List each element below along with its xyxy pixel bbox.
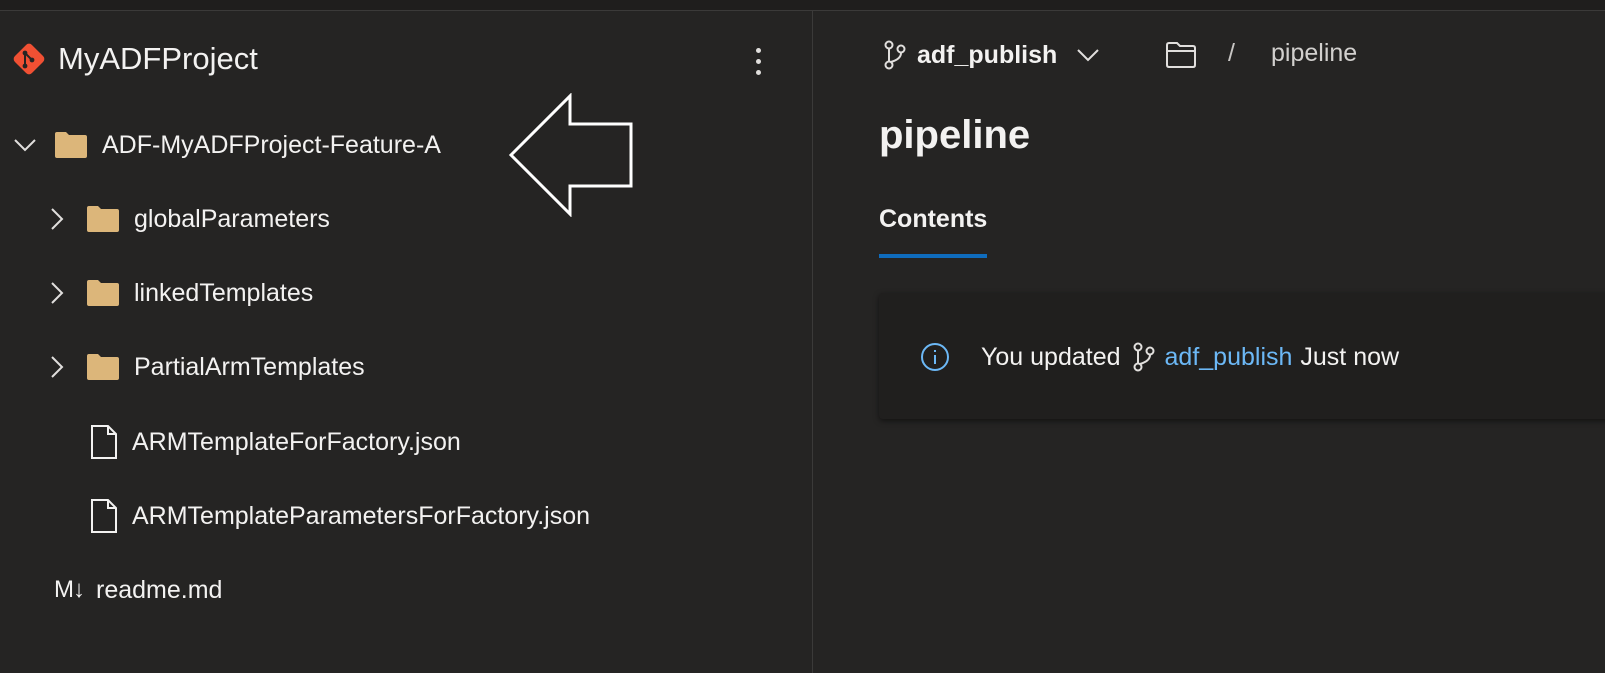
git-logo-icon (13, 43, 45, 75)
notice-prefix: You updated (981, 342, 1121, 371)
folder-icon (87, 206, 119, 232)
project-title: MyADFProject (58, 41, 258, 76)
notice-branch-link[interactable]: adf_publish (1165, 343, 1293, 372)
markdown-icon: M↓ (54, 576, 85, 603)
file-icon (91, 499, 117, 533)
file-tree-panel: MyADFProject ADF-MyADFProject-Feature-A (0, 11, 813, 673)
tree-item-label: readme.md (96, 575, 223, 604)
chevron-right-icon[interactable] (44, 280, 70, 306)
annotation-arrow-icon (508, 93, 633, 217)
notice-suffix: Just now (1300, 342, 1400, 371)
tree-item-label: ARMTemplateParametersForFactory.json (132, 501, 591, 530)
tree-item-label: ARMTemplateForFactory.json (132, 427, 461, 456)
tree-root-folder[interactable]: ADF-MyADFProject-Feature-A (12, 125, 441, 165)
top-border (0, 0, 1605, 11)
update-notice-card: You updated adf_publish Just now (879, 293, 1605, 419)
chevron-right-icon[interactable] (44, 354, 70, 380)
tree-item-label: globalParameters (134, 204, 330, 233)
tree-item-readme[interactable]: M↓ readme.md (54, 570, 222, 610)
app-window: MyADFProject ADF-MyADFProject-Feature-A (0, 0, 1605, 673)
update-notice: You updated adf_publish Just now (919, 341, 1399, 373)
tree-item-folder[interactable]: globalParameters (44, 199, 330, 239)
tree-item-label: linkedTemplates (134, 278, 314, 307)
tab-contents[interactable]: Contents (879, 205, 988, 258)
folder-icon (87, 354, 119, 380)
tree-item-file[interactable]: ARMTemplateForFactory.json (90, 422, 461, 462)
file-icon (91, 425, 117, 459)
tree-item-folder[interactable]: linkedTemplates (44, 273, 313, 313)
more-dot-icon (755, 69, 761, 75)
more-dot-icon (755, 47, 761, 53)
tree-item-label: PartialArmTemplates (134, 352, 365, 381)
git-branch-icon (884, 40, 906, 70)
branch-picker[interactable]: adf_publish (883, 35, 1101, 75)
git-branch-icon (1133, 342, 1155, 372)
breadcrumb-separator: / (1228, 39, 1235, 67)
breadcrumb-item[interactable]: pipeline (1271, 39, 1357, 68)
project-header: MyADFProject (12, 39, 258, 79)
chevron-down-icon (1077, 49, 1100, 62)
branch-label: adf_publish (917, 40, 1058, 69)
chevron-down-icon[interactable] (12, 132, 38, 158)
page-title: pipeline (879, 113, 1031, 157)
folder-icon (55, 132, 87, 158)
folder-icon (87, 280, 119, 306)
more-dot-icon (755, 58, 761, 64)
info-icon (921, 343, 949, 371)
more-options-button[interactable] (740, 41, 776, 81)
content-panel: adf_publish / pipeline pipeline Contents… (813, 11, 1605, 673)
tree-root-folder-label: ADF-MyADFProject-Feature-A (102, 130, 441, 159)
chevron-right-icon[interactable] (44, 206, 70, 232)
tree-item-folder[interactable]: PartialArmTemplates (44, 347, 365, 387)
tree-item-file[interactable]: ARMTemplateParametersForFactory.json (90, 496, 590, 536)
folder-outline-icon[interactable] (1165, 41, 1197, 69)
